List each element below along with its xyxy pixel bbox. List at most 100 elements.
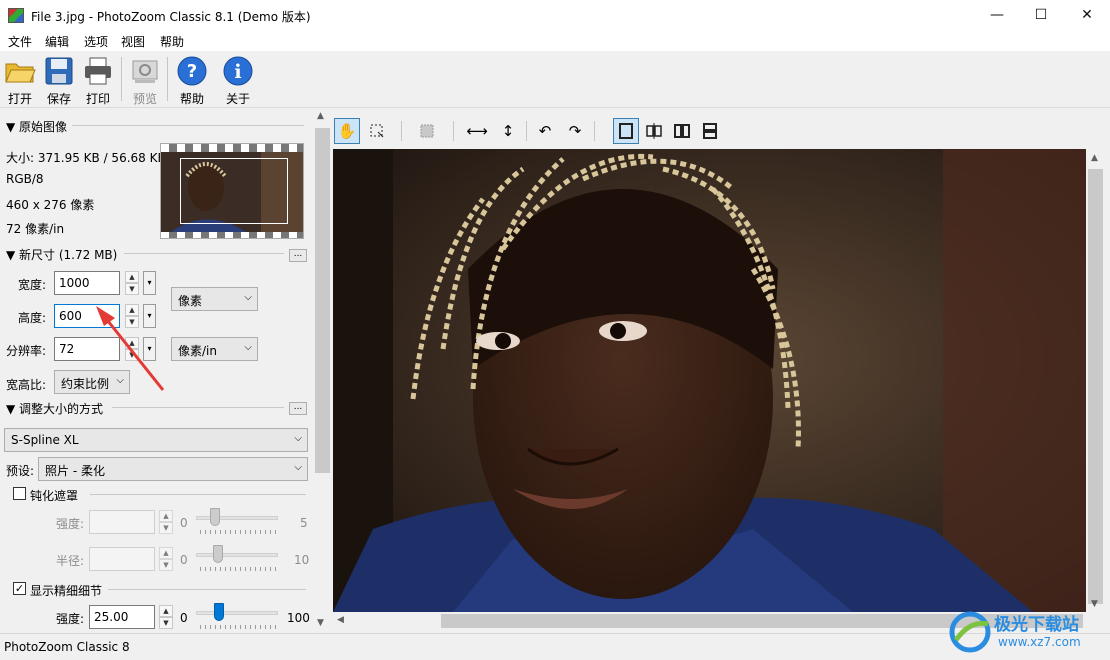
unsharp-radius-input[interactable] xyxy=(89,547,155,571)
unsharp-strength-stepper[interactable]: ▲ ▼ xyxy=(159,510,173,534)
slider-ticks xyxy=(200,567,278,571)
preview-vertical-scrollbar[interactable]: ▲ ▼ xyxy=(1087,149,1104,612)
height-stepper[interactable]: ▲ ▼ xyxy=(125,304,139,328)
main-toolbar: 打开 保存 打印 预览 ? 帮助 i 关于 xyxy=(0,51,1110,108)
original-dimensions: 460 x 276 像素 xyxy=(6,198,95,212)
preview-button[interactable]: 预览 xyxy=(126,55,164,107)
status-bar: PhotoZoom Classic 8 xyxy=(0,633,1110,660)
about-button[interactable]: i 关于 xyxy=(219,55,257,107)
viewport-rectangle[interactable] xyxy=(180,158,288,224)
side-by-side-icon xyxy=(674,124,690,138)
toolbar-separator xyxy=(594,121,595,141)
scroll-up-icon[interactable]: ▲ xyxy=(1091,153,1098,163)
width-menu-button[interactable]: ▾ xyxy=(143,271,156,295)
unsharp-radius-stepper[interactable]: ▲ ▼ xyxy=(159,547,173,571)
resize-method-header[interactable]: ▼ 调整大小的方式 xyxy=(6,400,103,417)
aspect-label: 宽高比: xyxy=(6,378,47,392)
scroll-left-icon[interactable]: ◀ xyxy=(337,615,344,625)
size-unit-select[interactable]: 像素 ⌵ xyxy=(171,287,258,311)
detail-strength-min: 0 xyxy=(180,611,188,625)
resolution-stepper[interactable]: ▲ ▼ xyxy=(125,337,139,361)
height-input[interactable]: 600 xyxy=(54,304,120,328)
crop-button[interactable] xyxy=(414,118,440,144)
fit-height-button[interactable]: ↕ xyxy=(495,118,521,144)
chevron-down-icon: ⌵ xyxy=(294,462,302,473)
unsharp-strength-input[interactable] xyxy=(89,510,155,534)
crop-icon xyxy=(420,124,434,138)
menu-help[interactable]: 帮助 xyxy=(160,33,184,50)
single-view-button[interactable] xyxy=(613,118,639,144)
help-button[interactable]: ? 帮助 xyxy=(173,55,211,107)
detail-strength-max: 100 xyxy=(287,611,310,625)
panel-scrollbar[interactable]: ▲ ▼ xyxy=(314,108,331,632)
preview-label: 预览 xyxy=(132,92,157,106)
preview-image[interactable] xyxy=(333,149,1086,612)
panel-scrollbar-thumb[interactable] xyxy=(315,128,330,473)
new-size-options-button[interactable]: ... xyxy=(289,249,307,262)
slider-ticks xyxy=(200,625,278,629)
width-label: 宽度: xyxy=(18,278,47,292)
save-button[interactable]: 保存 xyxy=(40,55,78,107)
hand-tool-button[interactable]: ✋ xyxy=(334,118,360,144)
scroll-up-icon[interactable]: ▲ xyxy=(317,111,324,121)
resolution-menu-button[interactable]: ▾ xyxy=(143,337,156,361)
watermark-name: 极光下载站 xyxy=(994,615,1079,635)
preview-vertical-scrollbar-thumb[interactable] xyxy=(1088,169,1103,604)
detail-strength-slider[interactable] xyxy=(196,611,278,615)
unsharp-mask-label: 钝化遮罩 xyxy=(30,489,79,503)
menu-view[interactable]: 视图 xyxy=(121,33,145,50)
close-button[interactable]: ✕ xyxy=(1064,0,1110,31)
width-input[interactable]: 1000 xyxy=(54,271,120,295)
new-size-header[interactable]: ▼ 新尺寸 (1.72 MB) xyxy=(6,246,117,263)
detail-strength-stepper[interactable]: ▲ ▼ xyxy=(159,605,173,629)
menu-file[interactable]: 文件 xyxy=(8,33,32,50)
side-by-side-button[interactable] xyxy=(669,118,695,144)
detail-strength-slider-thumb[interactable] xyxy=(214,603,224,621)
unsharp-radius-slider-thumb[interactable] xyxy=(213,545,223,563)
menu-edit[interactable]: 编辑 xyxy=(45,33,69,50)
height-label: 高度: xyxy=(18,311,47,325)
resize-method-select[interactable]: S-Spline XL ⌵ xyxy=(4,428,308,452)
preset-select[interactable]: 照片 - 柔化 ⌵ xyxy=(38,457,308,481)
rotate-left-icon: ↶ xyxy=(538,122,552,140)
horizontal-arrows-icon: ⟷ xyxy=(466,122,488,140)
resolution-input[interactable]: 72 xyxy=(54,337,120,361)
selection-icon xyxy=(370,124,384,138)
new-size-title: 新尺寸 (1.72 MB) xyxy=(19,248,118,262)
detail-strength-input[interactable]: 25.00 xyxy=(89,605,155,629)
menu-options[interactable]: 选项 xyxy=(84,33,108,50)
scroll-down-icon[interactable]: ▼ xyxy=(317,618,324,628)
selection-tool-button[interactable] xyxy=(364,118,390,144)
print-button[interactable]: 打印 xyxy=(79,55,117,107)
open-button[interactable]: 打开 xyxy=(1,55,39,107)
original-image-header[interactable]: ▼ 原始图像 xyxy=(6,118,67,135)
height-menu-button[interactable]: ▾ xyxy=(143,304,156,328)
preset-label: 预设: xyxy=(6,464,35,478)
split-view-button[interactable] xyxy=(641,118,667,144)
rotate-left-button[interactable]: ↶ xyxy=(532,118,558,144)
preview-icon xyxy=(132,60,158,83)
original-thumbnail[interactable] xyxy=(160,143,304,239)
about-label: 关于 xyxy=(225,92,250,106)
watermark-icon xyxy=(949,611,991,653)
resolution-unit-select[interactable]: 像素/in ⌵ xyxy=(171,337,258,361)
resize-method-options-button[interactable]: ... xyxy=(289,402,307,415)
rotate-right-button[interactable]: ↷ xyxy=(562,118,588,144)
open-label: 打开 xyxy=(7,92,32,106)
maximize-button[interactable]: ☐ xyxy=(1018,0,1064,31)
resize-method-title: 调整大小的方式 xyxy=(19,402,104,416)
vertical-arrows-icon: ↕ xyxy=(501,122,515,140)
fine-detail-checkbox[interactable]: ✓ xyxy=(13,582,26,595)
info-icon: i xyxy=(223,56,253,86)
original-size: 大小: 371.95 KB / 56.68 KB xyxy=(6,151,166,165)
unsharp-mask-checkbox[interactable] xyxy=(13,487,26,500)
unsharp-strength-slider[interactable] xyxy=(196,516,278,520)
minimize-button[interactable]: — xyxy=(974,0,1020,31)
width-stepper[interactable]: ▲ ▼ xyxy=(125,271,139,295)
fit-width-button[interactable]: ⟷ xyxy=(464,118,490,144)
stacked-view-button[interactable] xyxy=(697,118,723,144)
toolbar-separator xyxy=(453,121,454,141)
unsharp-strength-slider-thumb[interactable] xyxy=(210,508,220,526)
aspect-ratio-select[interactable]: 约束比例 ⌵ xyxy=(54,370,130,394)
unsharp-radius-slider[interactable] xyxy=(196,553,278,557)
